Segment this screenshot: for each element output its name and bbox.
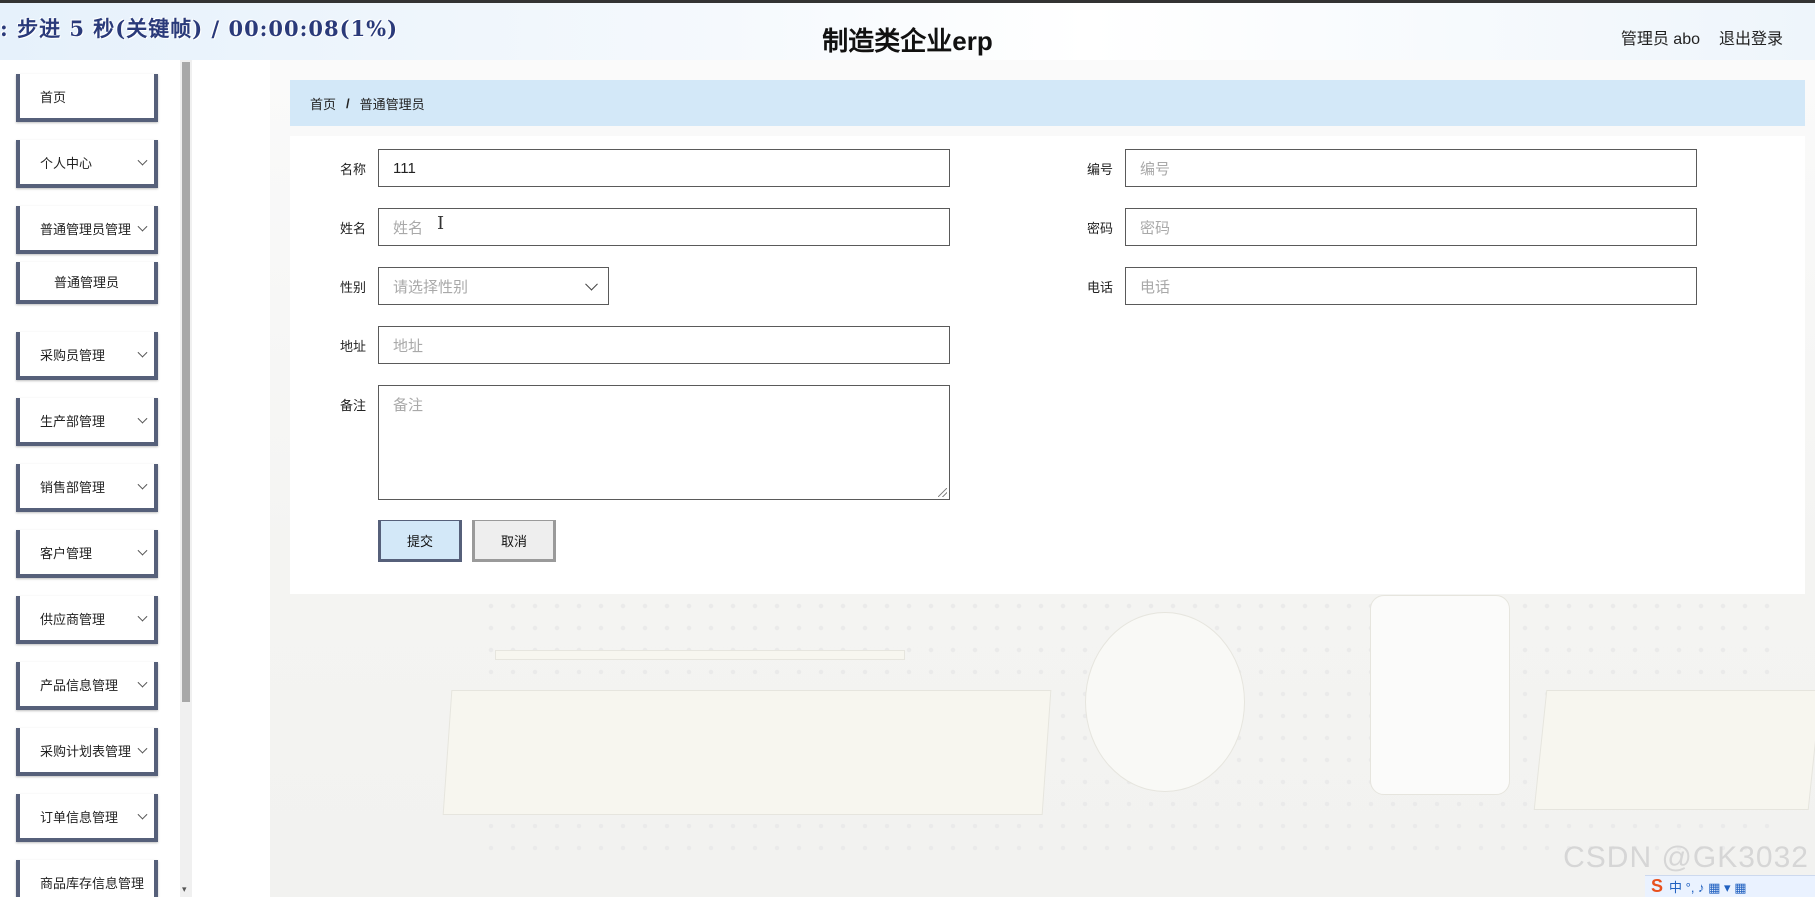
- name-label: 名称: [340, 162, 367, 177]
- text-cursor-icon: I: [437, 213, 445, 234]
- password-label: 密码: [1087, 221, 1114, 236]
- current-user-label: 管理员 abo: [1620, 31, 1700, 48]
- sidebar-item-order-management[interactable]: 订单信息管理: [16, 794, 158, 842]
- breadcrumb-current: 普通管理员: [359, 96, 425, 112]
- gender-label: 性别: [340, 280, 367, 295]
- background-image: [1085, 612, 1245, 792]
- chevron-down-icon: [137, 347, 148, 358]
- sidebar-item-label: 销售部管理: [40, 479, 106, 495]
- password-field[interactable]: 密码: [1125, 208, 1697, 246]
- sidebar-item-supplier-management[interactable]: 供应商管理: [16, 596, 158, 644]
- sidebar-item-label: 生产部管理: [40, 413, 106, 429]
- sidebar-item-customer-management[interactable]: 客户管理: [16, 530, 158, 578]
- gender-select[interactable]: 请选择性别: [378, 267, 609, 305]
- sidebar-item-label: 个人中心: [40, 155, 93, 171]
- chevron-down-icon: [137, 677, 148, 688]
- sidebar-subitem-admin[interactable]: 普通管理员: [16, 262, 158, 304]
- logout-link[interactable]: 退出登录: [1719, 25, 1783, 49]
- ime-logo-icon[interactable]: S: [1651, 876, 1663, 897]
- sidebar-menu: 首页 个人中心 普通管理员管理 普通管理员 采购员管理 生产部管理 销售部管理 …: [0, 60, 180, 897]
- sidebar-item-home[interactable]: 首页: [16, 74, 158, 122]
- sidebar-item-label: 供应商管理: [40, 611, 106, 627]
- sidebar-item-label: 订单信息管理: [40, 809, 119, 825]
- chevron-down-icon: [137, 809, 148, 820]
- name-field[interactable]: 111: [378, 149, 950, 187]
- remark-textarea[interactable]: 备注: [378, 385, 950, 500]
- remark-label: 备注: [340, 398, 367, 413]
- sidebar-item-inventory-management[interactable]: 商品库存信息管理: [16, 860, 158, 897]
- chevron-down-icon: [585, 277, 598, 291]
- scroll-down-arrow-icon[interactable]: ▾: [182, 884, 187, 895]
- sidebar-item-label: 客户管理: [40, 545, 93, 561]
- chevron-down-icon: [137, 413, 148, 424]
- sidebar-item-personal-center[interactable]: 个人中心: [16, 140, 158, 188]
- phone-label: 电话: [1087, 280, 1114, 295]
- gender-select-placeholder: 请选择性别: [393, 278, 469, 296]
- ime-toolbar[interactable]: S 中 °, ♪ ▦ ▾ ▦: [1645, 875, 1815, 897]
- sidebar-item-label: 采购计划表管理: [40, 743, 132, 759]
- background-image: [442, 690, 1052, 815]
- chevron-down-icon: [137, 545, 148, 556]
- sidebar-item-label: 商品库存信息管理: [40, 875, 145, 891]
- sidebar-item-label: 普通管理员: [54, 274, 120, 290]
- chevron-down-icon: [137, 155, 148, 166]
- remark-placeholder: 备注: [393, 397, 424, 414]
- watermark: CSDN @GK3032: [1563, 841, 1809, 874]
- fullname-field[interactable]: 姓名: [378, 208, 950, 246]
- background-image: [1370, 595, 1510, 795]
- breadcrumb-home[interactable]: 首页: [310, 94, 336, 113]
- sidebar-item-label: 首页: [40, 89, 67, 105]
- sidebar-item-product-management[interactable]: 产品信息管理: [16, 662, 158, 710]
- sidebar-item-admin-management[interactable]: 普通管理员管理: [16, 206, 158, 254]
- submit-button[interactable]: 提交: [378, 520, 462, 562]
- resize-handle-icon[interactable]: [938, 488, 947, 497]
- sidebar-item-label: 普通管理员管理: [40, 221, 132, 237]
- sidebar-item-production-management[interactable]: 生产部管理: [16, 398, 158, 446]
- chevron-down-icon: [137, 611, 148, 622]
- number-label: 编号: [1087, 162, 1114, 177]
- background-image: [1533, 690, 1815, 810]
- phone-field[interactable]: 电话: [1125, 267, 1697, 305]
- sidebar-item-purchase-plan-management[interactable]: 采购计划表管理: [16, 728, 158, 776]
- breadcrumb: 首页 / 普通管理员: [290, 80, 1805, 126]
- sidebar-item-purchaser-management[interactable]: 采购员管理: [16, 332, 158, 380]
- scrollbar-thumb[interactable]: [182, 62, 190, 702]
- chevron-down-icon: [137, 221, 148, 232]
- top-header: : 步进 5 秒(关键帧) / 00:00:08(1%) 制造类企业erp 管理…: [0, 0, 1815, 60]
- sidebar-scrollbar[interactable]: ▾: [180, 60, 192, 897]
- sidebar-item-label: 产品信息管理: [40, 677, 119, 693]
- ime-status-icons[interactable]: 中 °, ♪ ▦ ▾ ▦: [1669, 877, 1746, 896]
- chevron-down-icon: [137, 743, 148, 754]
- address-field[interactable]: 地址: [378, 326, 950, 364]
- breadcrumb-separator: /: [346, 95, 350, 111]
- number-field[interactable]: 编号: [1125, 149, 1697, 187]
- address-label: 地址: [340, 339, 367, 354]
- app-title: 制造类企业erp: [822, 26, 993, 56]
- sidebar-item-label: 采购员管理: [40, 347, 106, 363]
- cancel-button[interactable]: 取消: [472, 520, 556, 562]
- background-image: [495, 650, 905, 660]
- chevron-down-icon: [137, 479, 148, 490]
- sidebar-item-sales-management[interactable]: 销售部管理: [16, 464, 158, 512]
- fullname-label: 姓名: [340, 221, 367, 236]
